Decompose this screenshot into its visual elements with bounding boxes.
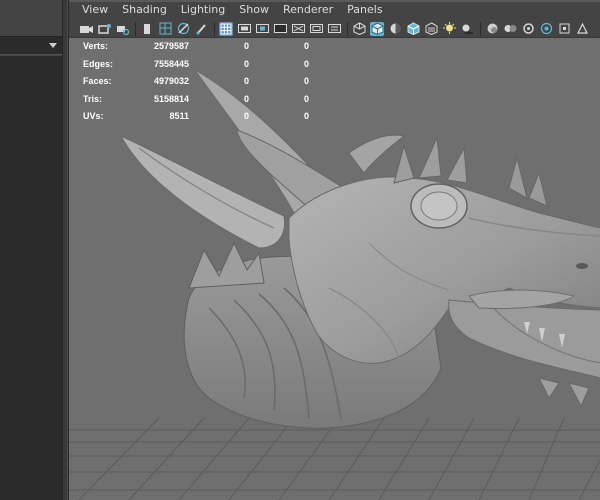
- viewport-panel[interactable]: View Shading Lighting Show Renderer Pane…: [68, 0, 600, 500]
- field-chart-icon[interactable]: [291, 22, 305, 36]
- grid-icon[interactable]: [219, 21, 233, 36]
- hud-selected: 0: [243, 41, 249, 51]
- viewport-toolbar: [69, 20, 600, 38]
- menu-panels[interactable]: Panels: [340, 0, 389, 20]
- poly-count-hud: Verts: 2579587 0 0 Edges: 7558445 0 0 Fa…: [83, 38, 323, 126]
- hud-total: 8511: [169, 111, 189, 121]
- hud-total: 7558445: [153, 58, 189, 69]
- maya-window: View Shading Lighting Show Renderer Pane…: [0, 0, 600, 500]
- grid-toggle-icon[interactable]: [158, 22, 172, 36]
- hud-row-verts: Verts: 2579587 0 0: [83, 38, 323, 56]
- image-plane-icon[interactable]: [140, 22, 154, 36]
- toolbar-separator: [480, 21, 481, 36]
- outliner-header: [0, 0, 64, 34]
- menu-lighting[interactable]: Lighting: [174, 0, 232, 20]
- hud-label: Verts:: [83, 41, 109, 51]
- isolate-select-icon[interactable]: [557, 22, 571, 36]
- hud-total: 5158814: [153, 93, 189, 104]
- ground-grid: [69, 417, 600, 500]
- toolbar-separator: [214, 21, 215, 36]
- shadows-icon[interactable]: [460, 22, 474, 36]
- textured-icon[interactable]: [406, 22, 420, 36]
- hud-row-faces: Faces: 4979032 0 0: [83, 73, 323, 91]
- gate-mask-icon[interactable]: [273, 22, 287, 36]
- motion-blur-icon[interactable]: [503, 22, 517, 36]
- hud-label: Edges:: [83, 58, 114, 69]
- manipulator-icon[interactable]: [176, 22, 190, 36]
- menu-view[interactable]: View: [75, 0, 115, 20]
- hud-selected: 0: [243, 93, 249, 104]
- viewport-menubar: View Shading Lighting Show Renderer Pane…: [69, 0, 600, 20]
- hud-label: Faces:: [83, 76, 112, 86]
- hud-row-edges: Edges: 7558445 0 0: [83, 56, 323, 74]
- lights-icon[interactable]: [442, 22, 456, 36]
- menu-shading[interactable]: Shading: [115, 0, 174, 20]
- chevron-down-icon[interactable]: [49, 43, 57, 48]
- hud-total: 4979032: [153, 76, 189, 86]
- safe-action-icon[interactable]: [309, 22, 323, 36]
- hud-row-tris: Tris: 5158814 0 0: [83, 91, 323, 109]
- outliner-list[interactable]: [0, 56, 62, 500]
- menu-renderer[interactable]: Renderer: [276, 0, 340, 20]
- safe-title-icon[interactable]: [327, 22, 341, 36]
- smooth-shade-icon[interactable]: [370, 21, 384, 36]
- wireframe-icon[interactable]: [352, 22, 366, 36]
- toolbar-separator: [135, 21, 136, 36]
- hud-selected: 0: [243, 76, 249, 86]
- multisample-icon[interactable]: [521, 22, 535, 36]
- resolution-gate-icon[interactable]: [255, 22, 269, 36]
- hud-selected: 0: [243, 111, 249, 121]
- backface-culling-icon[interactable]: [575, 22, 589, 36]
- paint-brush-icon[interactable]: [194, 22, 208, 36]
- hud-components: 0: [303, 111, 309, 121]
- hud-row-uvs: UVs: 8511 0 0: [83, 108, 323, 126]
- film-gate-icon[interactable]: [237, 22, 251, 36]
- depth-of-field-icon[interactable]: [539, 22, 553, 36]
- toolbar-separator: [347, 21, 348, 36]
- hud-total: 2579587: [153, 41, 189, 51]
- hud-label: UVs:: [83, 111, 104, 121]
- hud-components: 0: [303, 58, 309, 69]
- hud-selected: 0: [243, 58, 249, 69]
- camera-attributes-icon[interactable]: [97, 22, 111, 36]
- bookmarks-icon[interactable]: [115, 22, 129, 36]
- xray-icon[interactable]: [424, 22, 438, 36]
- outliner-dropdown[interactable]: [0, 36, 62, 55]
- hud-components: 0: [303, 76, 309, 86]
- wireframe-on-shaded-icon[interactable]: [388, 22, 402, 36]
- camera-icon[interactable]: [79, 22, 93, 36]
- hud-components: 0: [303, 93, 309, 104]
- hud-label: Tris:: [83, 93, 103, 104]
- ambient-occlusion-icon[interactable]: [485, 22, 499, 36]
- menu-show[interactable]: Show: [232, 0, 276, 20]
- outliner-panel: [0, 0, 64, 500]
- hud-components: 0: [303, 41, 309, 51]
